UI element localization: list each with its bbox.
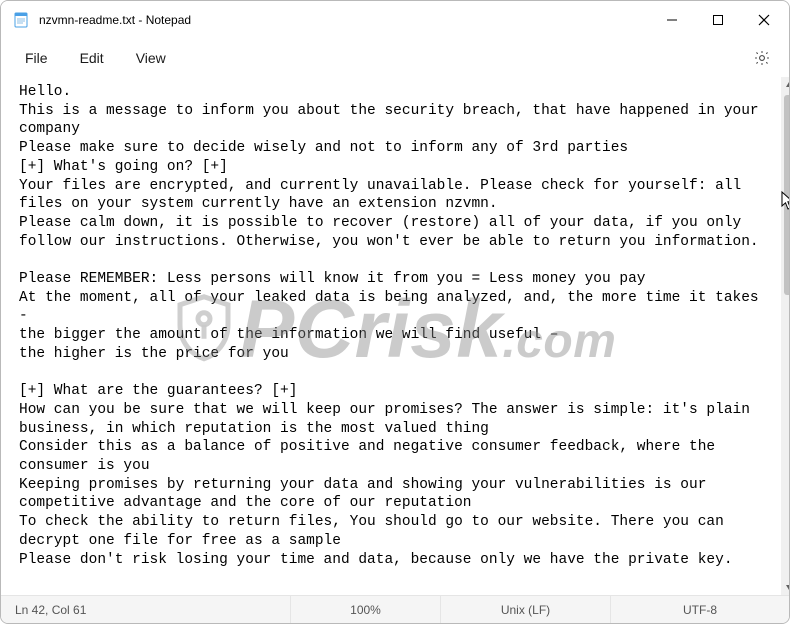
status-encoding: UTF-8 [611, 596, 789, 623]
titlebar: nzvmn-readme.txt - Notepad [1, 1, 789, 39]
close-button[interactable] [741, 4, 787, 36]
text-editor[interactable]: Hello. This is a message to inform you a… [1, 77, 781, 595]
status-cursor-position: Ln 42, Col 61 [1, 596, 291, 623]
menu-view[interactable]: View [122, 44, 180, 72]
menu-file[interactable]: File [11, 44, 62, 72]
filename: nzvmn-readme.txt [39, 13, 135, 27]
scroll-thumb[interactable] [784, 95, 789, 295]
content-area: Hello. This is a message to inform you a… [1, 77, 789, 595]
status-line-ending: Unix (LF) [441, 596, 611, 623]
maximize-button[interactable] [695, 4, 741, 36]
statusbar: Ln 42, Col 61 100% Unix (LF) UTF-8 [1, 595, 789, 623]
window-title: nzvmn-readme.txt - Notepad [39, 13, 191, 27]
app-name: Notepad [146, 13, 191, 27]
notepad-window: nzvmn-readme.txt - Notepad File Edit Vie… [0, 0, 790, 624]
scroll-down-button[interactable] [781, 579, 789, 595]
notepad-icon [13, 12, 29, 28]
menu-edit[interactable]: Edit [66, 44, 118, 72]
scroll-up-button[interactable] [781, 77, 789, 93]
settings-button[interactable] [745, 41, 779, 75]
status-zoom[interactable]: 100% [291, 596, 441, 623]
menubar: File Edit View [1, 39, 789, 77]
vertical-scrollbar[interactable] [781, 77, 789, 595]
minimize-button[interactable] [649, 4, 695, 36]
